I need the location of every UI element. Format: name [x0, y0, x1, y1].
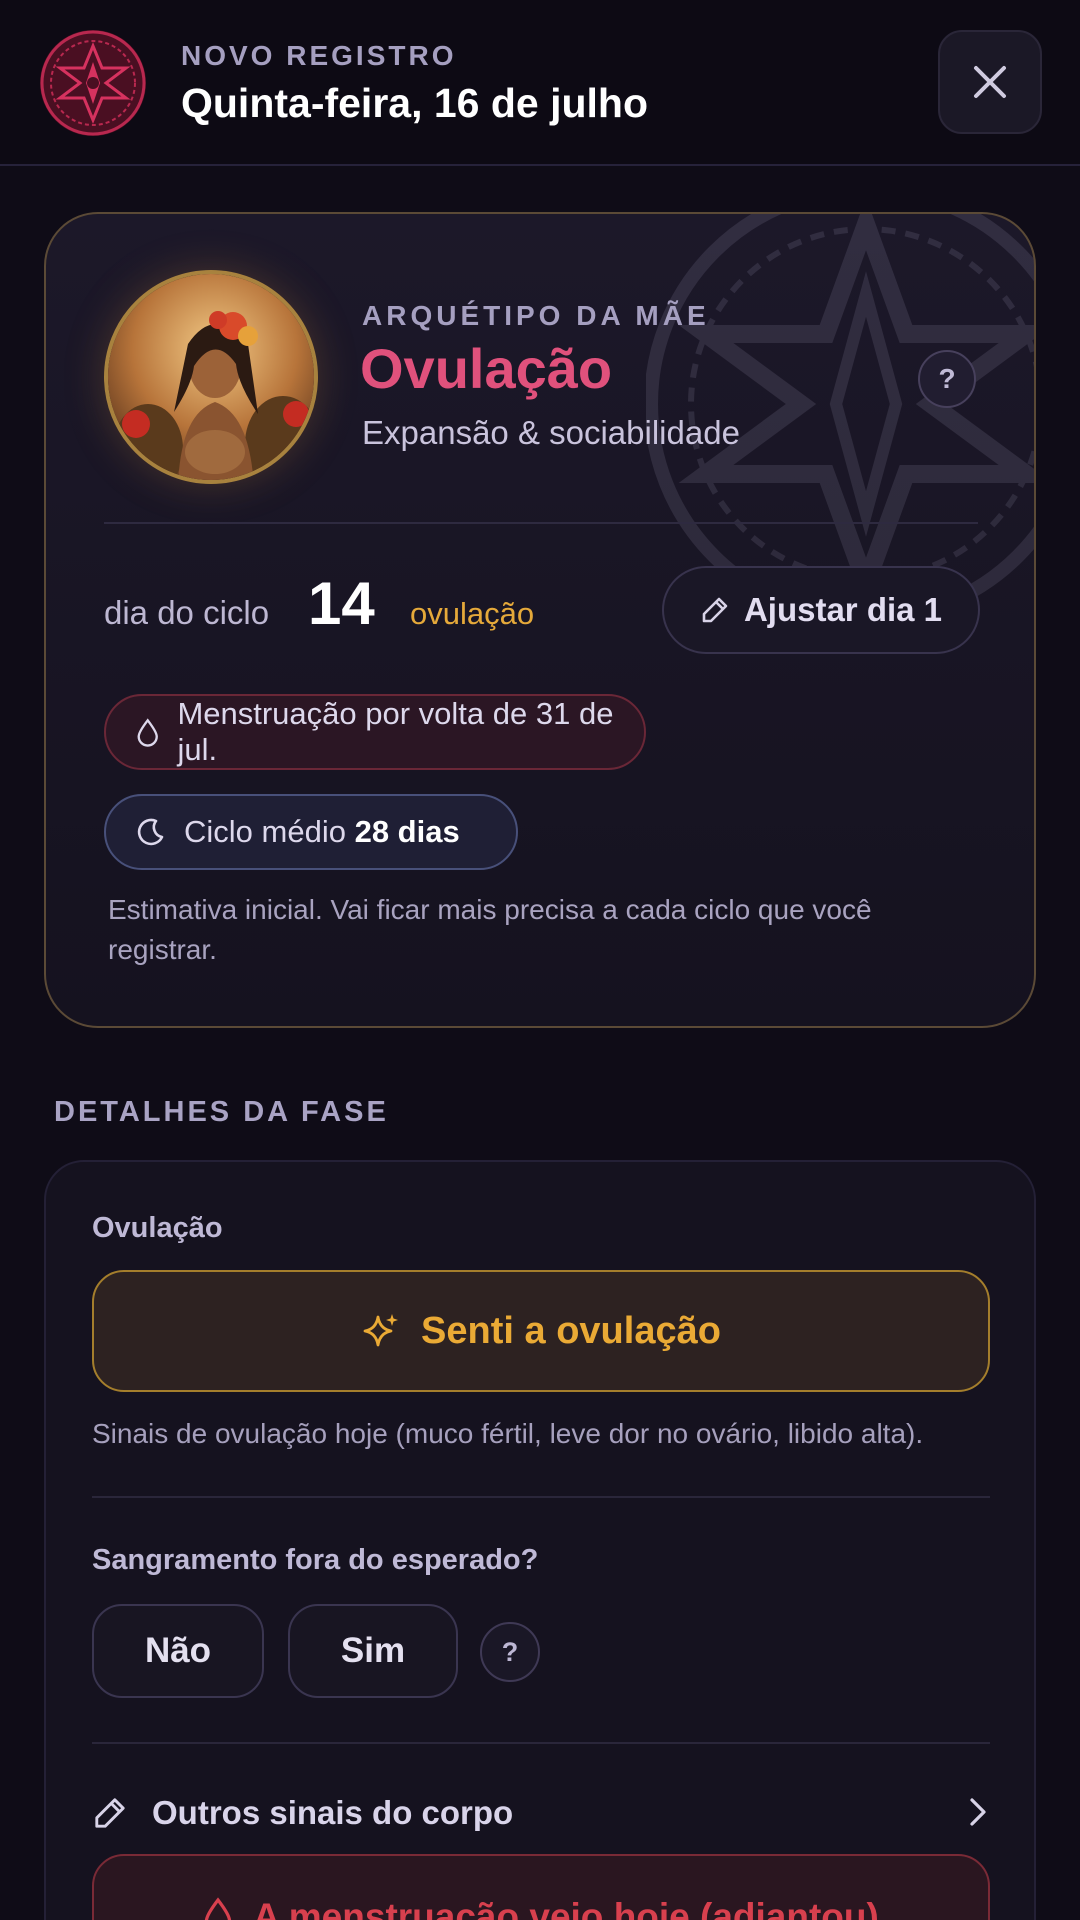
adjust-day-label: Ajustar dia 1: [743, 591, 943, 628]
pencil-icon: [95, 1798, 125, 1828]
bleeding-question: Sangramento fora do esperado?: [92, 1544, 539, 1576]
ovulation-description: Sinais de ovulação hoje (muco fértil, le…: [92, 1418, 924, 1449]
cycle-phase-label: ovulação: [410, 596, 535, 631]
divider: [92, 1742, 990, 1744]
menstruation-forecast-text: Menstruação por volta de 31 de jul.: [177, 696, 614, 767]
adjust-day-button[interactable]: Ajustar dia 1: [662, 566, 980, 654]
period-came-today-label: A menstruação veio hoje (adiantou): [253, 1896, 879, 1920]
estimate-note: Estimativa inicial. Vai ficar mais preci…: [108, 894, 872, 965]
cycle-day-label: dia do ciclo: [104, 594, 270, 631]
other-body-signs-label: Outros sinais do corpo: [152, 1794, 514, 1831]
phase-subtitle: Expansão & sociabilidade: [362, 414, 740, 451]
pencil-icon: [702, 597, 728, 623]
bleeding-yes-button[interactable]: Sim: [288, 1604, 458, 1698]
moon-icon: [137, 818, 164, 846]
average-cycle-value: 28 dias: [354, 814, 460, 849]
phase-details-card: Ovulação Senti a ovulação Sinais de ovul…: [44, 1160, 1036, 1920]
drop-icon: [137, 718, 158, 747]
other-body-signs-row[interactable]: Outros sinais do corpo: [92, 1782, 990, 1844]
felt-ovulation-button[interactable]: Senti a ovulação: [92, 1270, 990, 1392]
ovulation-label: Ovulação: [92, 1212, 223, 1244]
divider: [104, 522, 978, 524]
close-icon: [974, 66, 1006, 98]
archetype-label: ARQUÉTIPO DA MÃE: [362, 300, 710, 331]
phase-card: ARQUÉTIPO DA MÃE Ovulação Expansão & soc…: [44, 212, 1036, 1028]
page-title: Quinta-feira, 16 de julho: [181, 80, 649, 126]
mandala-logo-icon: [38, 28, 148, 138]
header-kicker: NOVO REGISTRO: [181, 40, 457, 71]
chevron-right-icon: [970, 1798, 986, 1826]
phase-help-button[interactable]: ?: [918, 350, 976, 408]
section-heading: DETALHES DA FASE: [54, 1096, 389, 1128]
divider: [92, 1496, 990, 1498]
bleeding-help-button[interactable]: ?: [480, 1622, 540, 1682]
felt-ovulation-label: Senti a ovulação: [421, 1309, 721, 1352]
average-cycle-prefix: Ciclo médio: [184, 814, 346, 849]
period-came-today-button[interactable]: A menstruação veio hoje (adiantou): [92, 1854, 990, 1920]
average-cycle-pill: Ciclo médio 28 dias: [104, 794, 518, 870]
close-button[interactable]: [938, 30, 1042, 134]
archetype-avatar: [104, 270, 318, 484]
phase-name: Ovulação: [360, 337, 613, 400]
sparkle-icon: [363, 1314, 399, 1347]
bleeding-no-button[interactable]: Não: [92, 1604, 264, 1698]
menstruation-forecast-pill: Menstruação por volta de 31 de jul.: [104, 694, 646, 770]
drop-icon: [205, 1897, 232, 1920]
cycle-day-value: 14: [308, 570, 375, 637]
app-header: NOVO REGISTRO Quinta-feira, 16 de julho: [0, 0, 1080, 166]
